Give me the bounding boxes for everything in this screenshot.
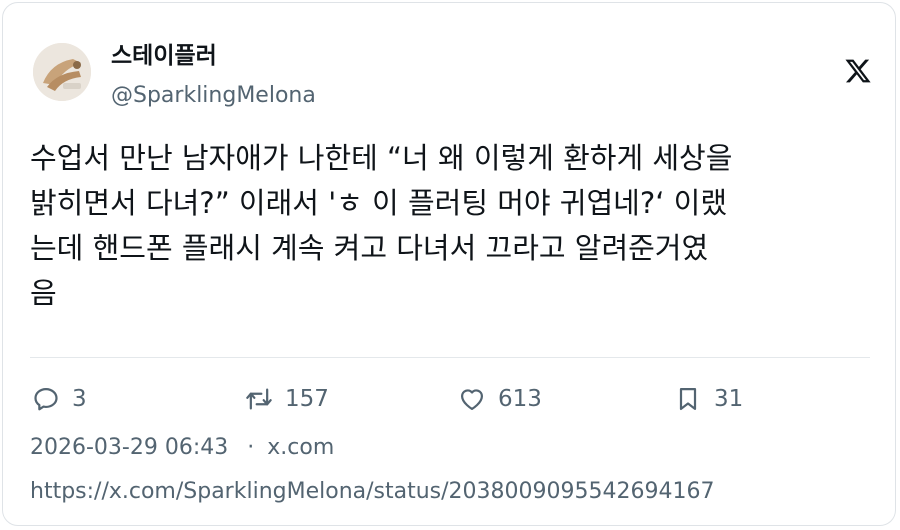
retweet-count: 157: [285, 386, 329, 412]
divider: [30, 357, 870, 358]
avatar-image: [33, 43, 91, 101]
x-logo-icon[interactable]: [844, 57, 872, 85]
timestamp[interactable]: 2026-03-29 06:43: [30, 435, 228, 460]
tweet-meta: 2026-03-29 06:43 · x.com: [30, 433, 334, 463]
tweet-text: 수업서 만난 남자애가 나한테 “너 왜 이렇게 환하게 세상을 밝히면서 다녀…: [30, 136, 880, 316]
tweet-text-line: 음: [30, 276, 57, 310]
tweet-text-line: 수업서 만난 남자애가 나한테 “너 왜 이렇게 환하게 세상을: [30, 141, 733, 175]
bookmark-count: 31: [714, 386, 744, 412]
like-count: 613: [498, 386, 542, 412]
meta-separator: ·: [247, 435, 255, 460]
user-handle[interactable]: @SparklingMelona: [111, 82, 316, 110]
reply-icon: [34, 387, 58, 411]
reply-count: 3: [72, 386, 87, 412]
tweet-url[interactable]: https://x.com/SparklingMelona/status/203…: [30, 477, 714, 507]
tweet-text-line: 는데 핸드폰 플래시 계속 켜고 다녀서 끄라고 알려준거였: [30, 231, 709, 265]
heart-icon: [460, 389, 484, 411]
retweet-button[interactable]: 157: [245, 382, 329, 416]
bookmark-icon: [679, 387, 697, 411]
display-name[interactable]: 스테이플러: [111, 41, 217, 71]
like-button[interactable]: 613: [458, 382, 542, 416]
avatar[interactable]: [33, 43, 91, 101]
reply-button[interactable]: 3: [32, 382, 87, 416]
tweet-text-line: 밝히면서 다녀?” 이래서 'ㅎ 이 플러팅 머야 귀엽네?‘ 이랬: [30, 186, 728, 220]
retweet-icon: [246, 388, 272, 410]
bookmark-button[interactable]: 31: [674, 382, 743, 416]
source-link[interactable]: x.com: [267, 435, 334, 460]
